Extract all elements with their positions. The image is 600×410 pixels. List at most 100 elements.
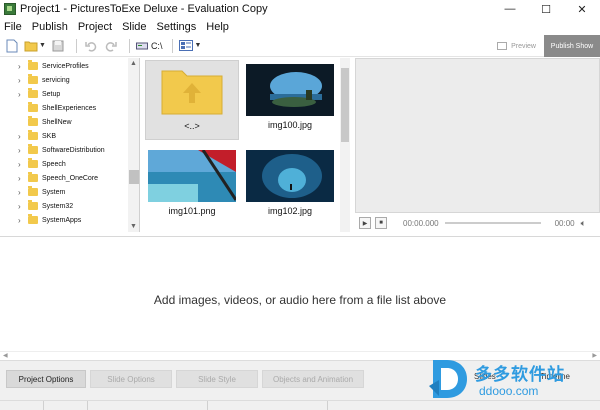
menu-file[interactable]: File [4,21,22,33]
new-file-icon[interactable] [4,37,20,55]
watermark-logo-icon [429,360,467,398]
chevron-right-icon[interactable]: › [18,76,21,85]
tree-item-label: Setup [42,90,61,98]
tree-item[interactable]: › servicing [0,73,139,87]
status-cell [0,401,44,410]
play-icon[interactable]: ▶ [359,217,371,229]
seek-track[interactable] [444,222,541,224]
tree-item[interactable]: › Speech [0,157,139,171]
slide-list-hint: Add images, videos, or audio here from a… [153,293,447,307]
status-cell [208,401,328,410]
window-controls: — ☐ ✕ [492,0,600,18]
drive-button[interactable]: C:\ [135,37,162,55]
tree-item[interactable]: › Setup [0,87,139,101]
parent-folder-icon [161,70,223,115]
chevron-down-icon[interactable]: ▼ [194,42,201,49]
player-controls: ▶ ■ 00:00.000 00:00 🔈︎ [355,213,600,233]
file-tile-parent[interactable]: <..> [145,60,239,140]
tree-item-label: ShellNew [42,118,72,126]
save-icon[interactable] [50,37,66,55]
minimize-button[interactable]: — [492,0,528,18]
chevron-right-icon[interactable]: › [18,90,21,99]
folder-icon [28,158,38,168]
folder-icon [28,172,38,182]
tree-item[interactable]: ShellNew [0,115,139,129]
tree-item[interactable]: › SKB [0,129,139,143]
tree-item[interactable]: › SystemApps [0,213,139,227]
preview-pane [355,58,600,213]
tree-item-label: ShellExperiences [42,104,97,112]
close-button[interactable]: ✕ [564,0,600,18]
tree-item[interactable]: › ServiceProfiles [0,59,139,73]
watermark-text: 多多软件站 [475,365,565,384]
view-mode-icon [179,40,194,51]
file-list-scrollbar[interactable] [340,58,350,232]
file-tile-img102[interactable]: img102.jpg [243,146,337,226]
stop-icon[interactable]: ■ [375,217,387,229]
tree-item-label: System [42,188,66,196]
current-time: 00:00.000 [403,218,439,228]
image-thumbnail [148,150,236,202]
menu-slide[interactable]: Slide [122,21,146,33]
folder-icon [28,88,38,98]
objects-animation-button[interactable]: Objects and Animation [262,370,364,388]
chevron-right-icon[interactable]: › [18,174,21,183]
folder-icon [28,116,38,126]
slide-style-button[interactable]: Slide Style [176,370,258,388]
tree-scrollbar[interactable]: ▲ ▼ [128,58,139,232]
chevron-right-icon[interactable]: › [18,202,21,211]
file-label: <..> [184,121,200,131]
tree-item[interactable]: › System [0,185,139,199]
status-cell [44,401,88,410]
undo-icon[interactable] [83,37,99,55]
redo-icon[interactable] [103,37,119,55]
slide-options-button[interactable]: Slide Options [90,370,172,388]
tree-item[interactable]: › SoftwareDistribution [0,143,139,157]
menu-help[interactable]: Help [206,21,229,33]
folder-icon [28,186,38,196]
chevron-right-icon[interactable]: › [18,132,21,141]
chevron-right-icon[interactable]: › [18,188,21,197]
file-tile-img101[interactable]: img101.png [145,146,239,226]
file-list-scroll-thumb[interactable] [341,68,349,142]
tree-item[interactable]: › System32 [0,199,139,213]
chevron-right-icon[interactable]: › [18,62,21,71]
scroll-up-icon[interactable]: ▲ [130,60,137,67]
chevron-right-icon[interactable]: › [18,160,21,169]
open-folder-icon[interactable]: ▼ [24,37,46,55]
maximize-button[interactable]: ☐ [528,0,564,18]
file-label: img101.png [168,206,216,216]
folder-icon [28,144,38,154]
slide-list-area[interactable]: Add images, videos, or audio here from a… [0,236,600,359]
file-tile-img100[interactable]: img100.jpg [243,60,337,140]
image-thumbnail [246,64,334,116]
scroll-left-icon[interactable]: ◀ [3,352,8,359]
chevron-right-icon[interactable]: › [18,146,21,155]
publish-show-button[interactable]: Publish Show [544,35,600,57]
view-mode-button[interactable]: ▼ [179,37,201,55]
tree-item-label: ServiceProfiles [42,62,89,70]
folder-tree: › ServiceProfiles › servicing › Setup Shell… [0,58,140,232]
toolbar-divider [75,38,77,53]
scroll-down-icon[interactable]: ▼ [130,223,137,230]
menu-settings[interactable]: Settings [157,21,197,33]
tree-item[interactable]: › Speech_OneCore [0,171,139,185]
tree-item-label: SKB [42,132,57,140]
tree-item[interactable]: ShellExperiences [0,101,139,115]
toolbar: ▼ C:\ ▼ Preview Publish Show [0,35,600,57]
tree-item-label: servicing [42,76,70,84]
chevron-down-icon[interactable]: ▼ [39,42,46,49]
volume-icon[interactable]: 🔈︎ [581,218,586,229]
watermark-url: ddooo.com [479,384,539,398]
project-options-button[interactable]: Project Options [6,370,86,388]
chevron-right-icon[interactable]: › [18,216,21,225]
folder-icon [28,60,38,70]
menu-publish[interactable]: Publish [32,21,68,33]
app-icon [4,3,16,15]
menu-project[interactable]: Project [78,21,112,33]
tree-item-label: System32 [42,202,74,210]
status-cell [88,401,208,410]
file-label: img100.jpg [267,120,313,130]
tree-scroll-thumb[interactable] [129,170,139,184]
preview-button[interactable]: Preview [489,36,544,56]
